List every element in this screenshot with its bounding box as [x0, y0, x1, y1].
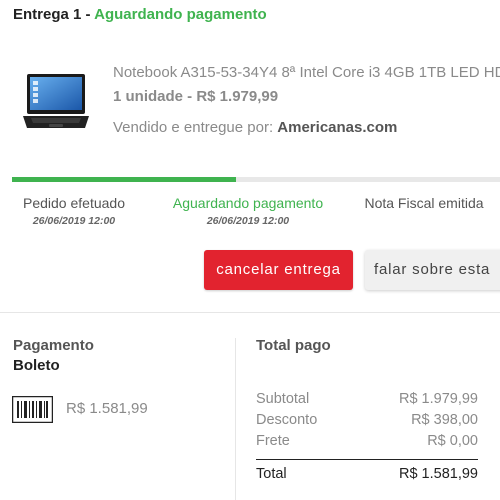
discount-value: R$ 398,00	[411, 412, 478, 428]
column-divider	[235, 338, 236, 500]
shipping-value: R$ 0,00	[427, 433, 478, 449]
step-label: Aguardando pagamento	[172, 195, 324, 211]
progress-fill	[12, 177, 237, 182]
payment-method: Boleto	[13, 357, 60, 374]
shipping-label: Frete	[256, 433, 290, 449]
step-date: 26/06/2019 12:00	[32, 215, 116, 227]
laptop-icon[interactable]	[21, 72, 91, 132]
discount-label: Desconto	[256, 412, 318, 428]
seller-name: Americanas.com	[277, 119, 398, 136]
progress-track	[12, 177, 500, 182]
step-aguardando-pagamento: Aguardando pagamento 26/06/2019 12:00	[172, 195, 324, 227]
delivery-header: Entrega 1 - Aguardando pagamento	[13, 6, 267, 23]
product-name[interactable]: Notebook A315-53-34Y4 8ª Intel Core i3 4…	[113, 64, 500, 81]
cancel-delivery-button[interactable]: cancelar entrega	[204, 250, 353, 290]
total-paid-title: Total pago	[256, 337, 331, 354]
product-quantity-price: 1 unidade - R$ 1.979,99	[113, 88, 279, 105]
subtotal-label: Subtotal	[256, 391, 310, 407]
total-value: R$ 1.581,99	[398, 466, 478, 482]
payment-title: Pagamento	[13, 337, 94, 354]
payment-amount: R$ 1.581,99	[66, 400, 148, 417]
step-label: Pedido efetuado	[23, 195, 125, 211]
seller-prefix: Vendido e entregue por:	[113, 119, 278, 136]
delivery-status: Aguardando pagamento	[94, 6, 267, 23]
step-nota-fiscal: Nota Fiscal emitida	[362, 195, 486, 211]
total-separator	[256, 459, 478, 460]
talk-about-delivery-button[interactable]: falar sobre esta	[365, 250, 500, 290]
step-label: Nota Fiscal emitida	[364, 195, 484, 211]
barcode-icon	[12, 396, 53, 423]
step-pedido-efetuado: Pedido efetuado 26/06/2019 12:00	[20, 195, 128, 227]
discount-row: Desconto R$ 398,00	[256, 412, 478, 432]
section-divider	[0, 312, 500, 313]
total-label: Total	[256, 466, 287, 482]
delivery-label: Entrega 1 -	[13, 6, 95, 23]
subtotal-value: R$ 1.979,99	[398, 391, 478, 407]
step-date: 26/06/2019 12:00	[206, 215, 290, 227]
total-row: Total R$ 1.581,99	[256, 466, 478, 486]
shipping-row: Frete R$ 0,00	[256, 433, 478, 453]
product-seller: Vendido e entregue por: Americanas.com	[113, 119, 397, 136]
subtotal-row: Subtotal R$ 1.979,99	[256, 391, 478, 411]
